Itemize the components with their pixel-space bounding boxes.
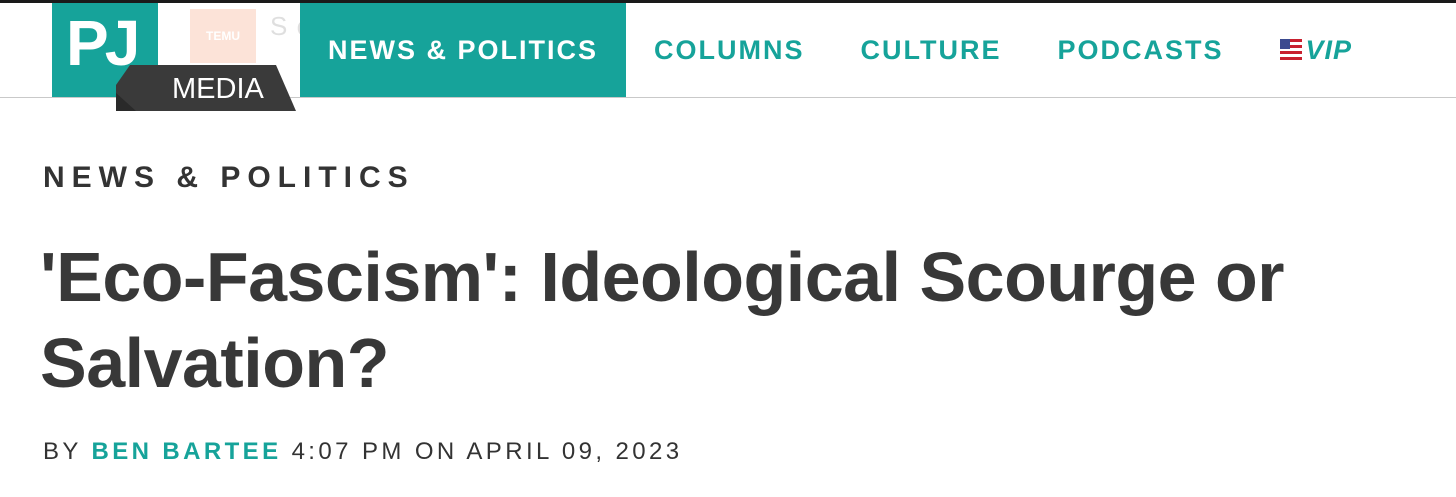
article-category[interactable]: NEWS & POLITICS — [43, 161, 415, 195]
publish-time: 4:07 PM — [291, 438, 405, 465]
page: TEMU S emu PJ MEDIA NEWS & POLITICS COLU… — [0, 0, 1456, 497]
byline-prefix: BY — [43, 438, 82, 465]
nav-culture[interactable]: CULTURE — [833, 3, 1030, 97]
nav-podcasts[interactable]: PODCASTS — [1030, 3, 1252, 97]
us-flag-icon — [1279, 39, 1302, 61]
pj-media-logo[interactable]: PJ MEDIA — [52, 3, 298, 111]
nav-label: VIP — [1305, 34, 1353, 65]
nav-label: CULTURE — [860, 34, 1002, 65]
date-prefix: ON — [414, 438, 458, 465]
byline: BY BEN BARTEE 4:07 PM ON APRIL 09, 2023 — [43, 438, 683, 466]
nav-vip[interactable]: VIP — [1252, 3, 1381, 97]
nav-label: PODCASTS — [1057, 34, 1224, 65]
logo-media-text: MEDIA — [172, 73, 264, 105]
nav-columns[interactable]: COLUMNS — [626, 3, 833, 97]
nav-news-politics[interactable]: NEWS & POLITICS — [300, 3, 627, 97]
article-title: 'Eco-Fascism': Ideological Scourge or Sa… — [40, 238, 1285, 402]
author-link[interactable]: BEN BARTEE — [91, 438, 281, 465]
nav-label: COLUMNS — [654, 34, 805, 65]
main-nav: NEWS & POLITICS COLUMNS CULTURE PODCASTS… — [300, 3, 1380, 97]
nav-label: NEWS & POLITICS — [328, 34, 599, 65]
publish-date: APRIL 09, 2023 — [466, 438, 683, 465]
